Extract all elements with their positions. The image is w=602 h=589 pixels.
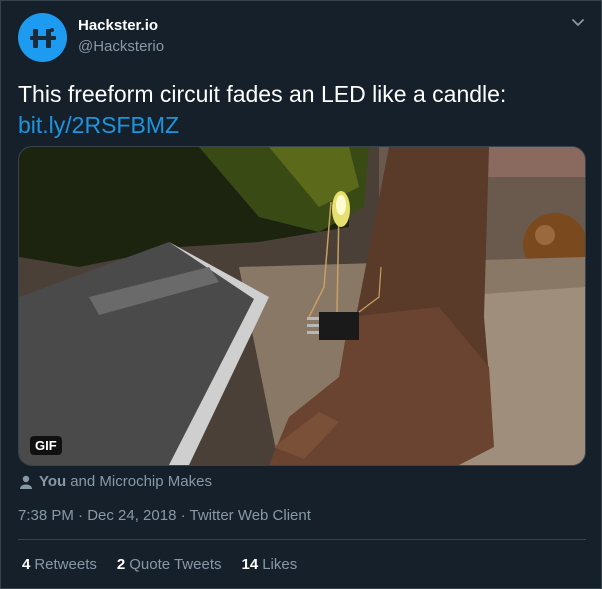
retweets-stat[interactable]: 4 Retweets	[22, 556, 97, 573]
divider	[18, 539, 586, 540]
social-context-rest: and Microchip Makes	[70, 473, 212, 490]
retweets-label: Retweets	[34, 556, 97, 573]
likes-stat[interactable]: 14 Likes	[242, 556, 298, 573]
avatar[interactable]	[18, 13, 67, 62]
tweet-text: This freeform circuit fades an LED like …	[18, 79, 578, 141]
tweet-stats: 4 Retweets 2 Quote Tweets 14 Likes	[22, 556, 317, 573]
author-name[interactable]: Hackster.io	[78, 17, 158, 34]
person-icon	[20, 475, 32, 489]
gif-frame-image	[19, 147, 585, 465]
chevron-down-icon[interactable]	[569, 14, 587, 32]
tweet-link[interactable]: bit.ly/2RSFBMZ	[18, 110, 578, 141]
gif-badge: GIF	[30, 436, 62, 455]
social-context[interactable]: You and Microchip Makes	[20, 473, 212, 490]
quote-tweets-label: Quote Tweets	[129, 556, 222, 573]
likes-label: Likes	[262, 556, 298, 573]
likes-count: 14	[241, 556, 259, 573]
hackster-logo-icon	[29, 27, 56, 48]
tweet-media-gif[interactable]: GIF	[18, 146, 586, 466]
author-handle[interactable]: @Hacksterio	[78, 38, 164, 55]
retweets-count: 4	[22, 556, 31, 573]
social-context-you: You	[39, 473, 67, 490]
tweet-body: This freeform circuit fades an LED like …	[18, 81, 507, 107]
tweet-timestamp[interactable]: 7:38 PM · Dec 24, 2018 · Twitter Web Cli…	[18, 507, 311, 524]
quote-tweets-stat[interactable]: 2 Quote Tweets	[117, 556, 222, 573]
quote-tweets-count: 2	[116, 556, 126, 573]
